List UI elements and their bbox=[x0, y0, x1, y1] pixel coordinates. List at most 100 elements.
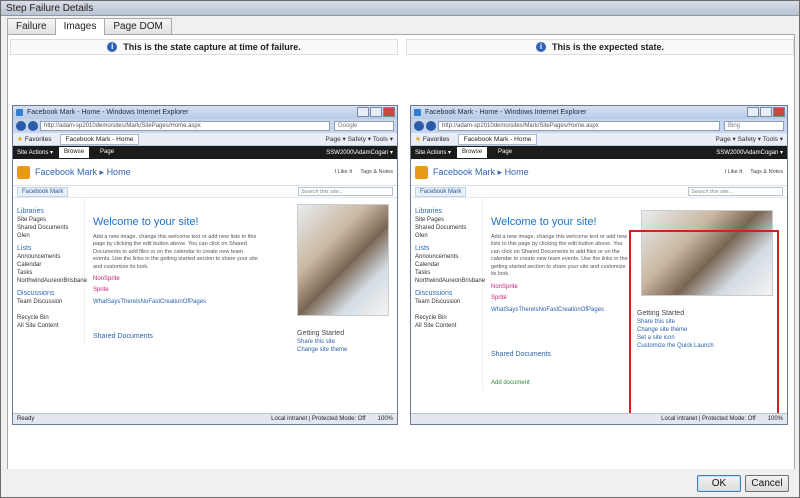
tags-notes: Tags & Notes bbox=[750, 169, 783, 175]
sp-ribbon: Site Actions ▾ Browse Page SSW2000\AdamC… bbox=[411, 146, 787, 159]
ql-libraries: Libraries bbox=[17, 208, 44, 215]
getting-started-title: Getting Started bbox=[297, 330, 345, 337]
close-icon bbox=[773, 107, 785, 117]
ql-item: Calendar bbox=[415, 262, 440, 268]
tab-page-dom[interactable]: Page DOM bbox=[104, 18, 172, 34]
ok-button[interactable]: OK bbox=[697, 475, 741, 492]
window-controls bbox=[356, 107, 395, 117]
window-controls bbox=[746, 107, 785, 117]
user-menu: SSW2000\AdamCogan ▾ bbox=[326, 150, 393, 156]
site-name: Facebook Mark bbox=[35, 166, 98, 177]
ql-item: Announcements bbox=[17, 254, 61, 260]
user-menu: SSW2000\AdamCogan ▾ bbox=[716, 150, 783, 156]
site-main: Welcome to your site! Add a new image, c… bbox=[85, 198, 397, 353]
ql-item: Announcements bbox=[415, 254, 459, 260]
site-name: Facebook Mark bbox=[433, 166, 496, 177]
site-photo bbox=[297, 204, 389, 316]
favorites-bar: ★ Favorites Facebook Mark - Home Page ▾ … bbox=[411, 133, 787, 146]
favorites-label: Favorites bbox=[422, 135, 450, 143]
search-field: Google bbox=[334, 121, 394, 131]
ql-item: Tasks bbox=[415, 270, 431, 276]
tab-images[interactable]: Images bbox=[54, 18, 106, 35]
tab-failure[interactable]: Failure bbox=[7, 18, 56, 34]
panel-header-text: This is the expected state. bbox=[551, 42, 665, 52]
ql-all-content: All Site Content bbox=[415, 323, 457, 329]
topnav-link: Facebook Mark bbox=[17, 186, 69, 197]
back-icon bbox=[414, 121, 424, 131]
ribbon-tab-page: Page bbox=[100, 149, 115, 155]
like-it: I Like It bbox=[334, 169, 353, 175]
tab-content: i This is the state capture at time of f… bbox=[7, 34, 795, 470]
site-title: Facebook Mark ▸ Home bbox=[35, 166, 131, 177]
step-failure-dialog: Step Failure Details Failure Images Page… bbox=[0, 0, 800, 498]
site-actions: Site Actions ▾ bbox=[17, 150, 54, 156]
top-nav: Facebook Mark Search this site... bbox=[13, 186, 397, 198]
browser-tab: Facebook Mark - Home bbox=[59, 133, 140, 145]
site-logo-icon bbox=[415, 165, 428, 179]
site-actions: Site Actions ▾ bbox=[415, 150, 452, 156]
ql-item: NorthwindAureonBrisbane bbox=[415, 278, 486, 284]
info-icon: i bbox=[107, 42, 118, 52]
ribbon-tab-browse: Browse bbox=[59, 147, 90, 158]
ql-item: NorthwindAureonBrisbane bbox=[17, 278, 88, 284]
ie-icon bbox=[16, 109, 23, 116]
browser-title: Facebook Mark - Home - Windows Internet … bbox=[27, 109, 189, 116]
site-page: Home bbox=[504, 166, 529, 177]
browser-tab: Facebook Mark - Home bbox=[457, 133, 538, 145]
ql-discussions: Discussions bbox=[415, 290, 453, 297]
forward-icon bbox=[426, 121, 436, 131]
maximize-icon bbox=[760, 107, 772, 117]
top-nav: Facebook Mark Search this site... bbox=[411, 186, 787, 198]
browser-title: Facebook Mark - Home - Windows Internet … bbox=[425, 109, 587, 116]
failure-state-panel: i This is the state capture at time of f… bbox=[10, 39, 398, 467]
favorites-label: Favorites bbox=[24, 135, 52, 143]
address-field: http://adam-sp2010demo/sites/Mark/SitePa… bbox=[40, 121, 330, 131]
command-bar: Page ▾ Safety ▾ Tools ▾ bbox=[325, 136, 393, 143]
info-icon: i bbox=[535, 42, 546, 52]
status-zoom: 100% bbox=[767, 416, 783, 422]
ql-all-content: All Site Content bbox=[17, 323, 59, 329]
quick-launch: Libraries Site Pages Shared Documents Gl… bbox=[13, 198, 88, 345]
maximize-icon bbox=[370, 107, 382, 117]
ql-item: Shared Documents bbox=[17, 225, 69, 231]
favorites-bar: ★ Favorites Facebook Mark - Home Page ▾ … bbox=[13, 133, 397, 146]
ribbon-tab-page: Page bbox=[498, 149, 513, 155]
site-search: Search this site... bbox=[688, 187, 783, 196]
sp-ribbon: Site Actions ▾ Browse Page SSW2000\AdamC… bbox=[13, 146, 397, 159]
ql-lists: Lists bbox=[17, 245, 32, 252]
browser-statusbar: Ready Local intranet | Protected Mode: O… bbox=[13, 413, 397, 424]
site-search: Search this site... bbox=[298, 187, 393, 196]
status-zoom: 100% bbox=[377, 416, 393, 422]
ql-item: Site Pages bbox=[17, 217, 47, 223]
address-field: http://adam-sp2010demo/sites/Mark/SitePa… bbox=[438, 121, 720, 131]
dialog-title: Step Failure Details bbox=[1, 1, 799, 16]
social-tools: I Like It Tags & Notes bbox=[327, 169, 393, 175]
ql-item: Shared Documents bbox=[415, 225, 467, 231]
forward-icon bbox=[28, 121, 38, 131]
failure-screenshot: Facebook Mark - Home - Windows Internet … bbox=[12, 105, 398, 425]
getting-started: Getting Started Share this site Change s… bbox=[297, 330, 377, 353]
panel-header-text: This is the state capture at time of fai… bbox=[123, 42, 301, 52]
status-ready: Ready bbox=[17, 416, 35, 422]
cancel-button[interactable]: Cancel bbox=[745, 475, 789, 492]
ql-item: Calendar bbox=[17, 262, 42, 268]
browser-titlebar: Facebook Mark - Home - Windows Internet … bbox=[411, 106, 787, 119]
command-bar: Page ▾ Safety ▾ Tools ▾ bbox=[715, 136, 783, 143]
back-icon bbox=[16, 121, 26, 131]
expected-screenshot: Facebook Mark - Home - Windows Internet … bbox=[410, 105, 788, 425]
ql-libraries: Libraries bbox=[415, 208, 442, 215]
browser-statusbar: Local intranet | Protected Mode: Off 100… bbox=[411, 413, 787, 424]
panel-header: i This is the expected state. bbox=[406, 39, 794, 55]
site-header: Facebook Mark ▸ Home I Like It Tags & No… bbox=[13, 159, 397, 186]
ql-item: Glen bbox=[415, 233, 428, 239]
ql-recycle-bin: Recycle Bin bbox=[17, 315, 49, 321]
ql-item: Team Discussion bbox=[415, 299, 461, 305]
star-icon: ★ bbox=[415, 136, 421, 143]
site-title: Facebook Mark ▸ Home bbox=[433, 166, 529, 177]
tags-notes: Tags & Notes bbox=[360, 169, 393, 175]
ql-discussions: Discussions bbox=[17, 290, 55, 297]
star-icon: ★ bbox=[17, 136, 23, 143]
ql-item: Site Pages bbox=[415, 217, 445, 223]
tab-strip: Failure Images Page DOM bbox=[7, 18, 172, 35]
ql-item: Tasks bbox=[17, 270, 33, 276]
